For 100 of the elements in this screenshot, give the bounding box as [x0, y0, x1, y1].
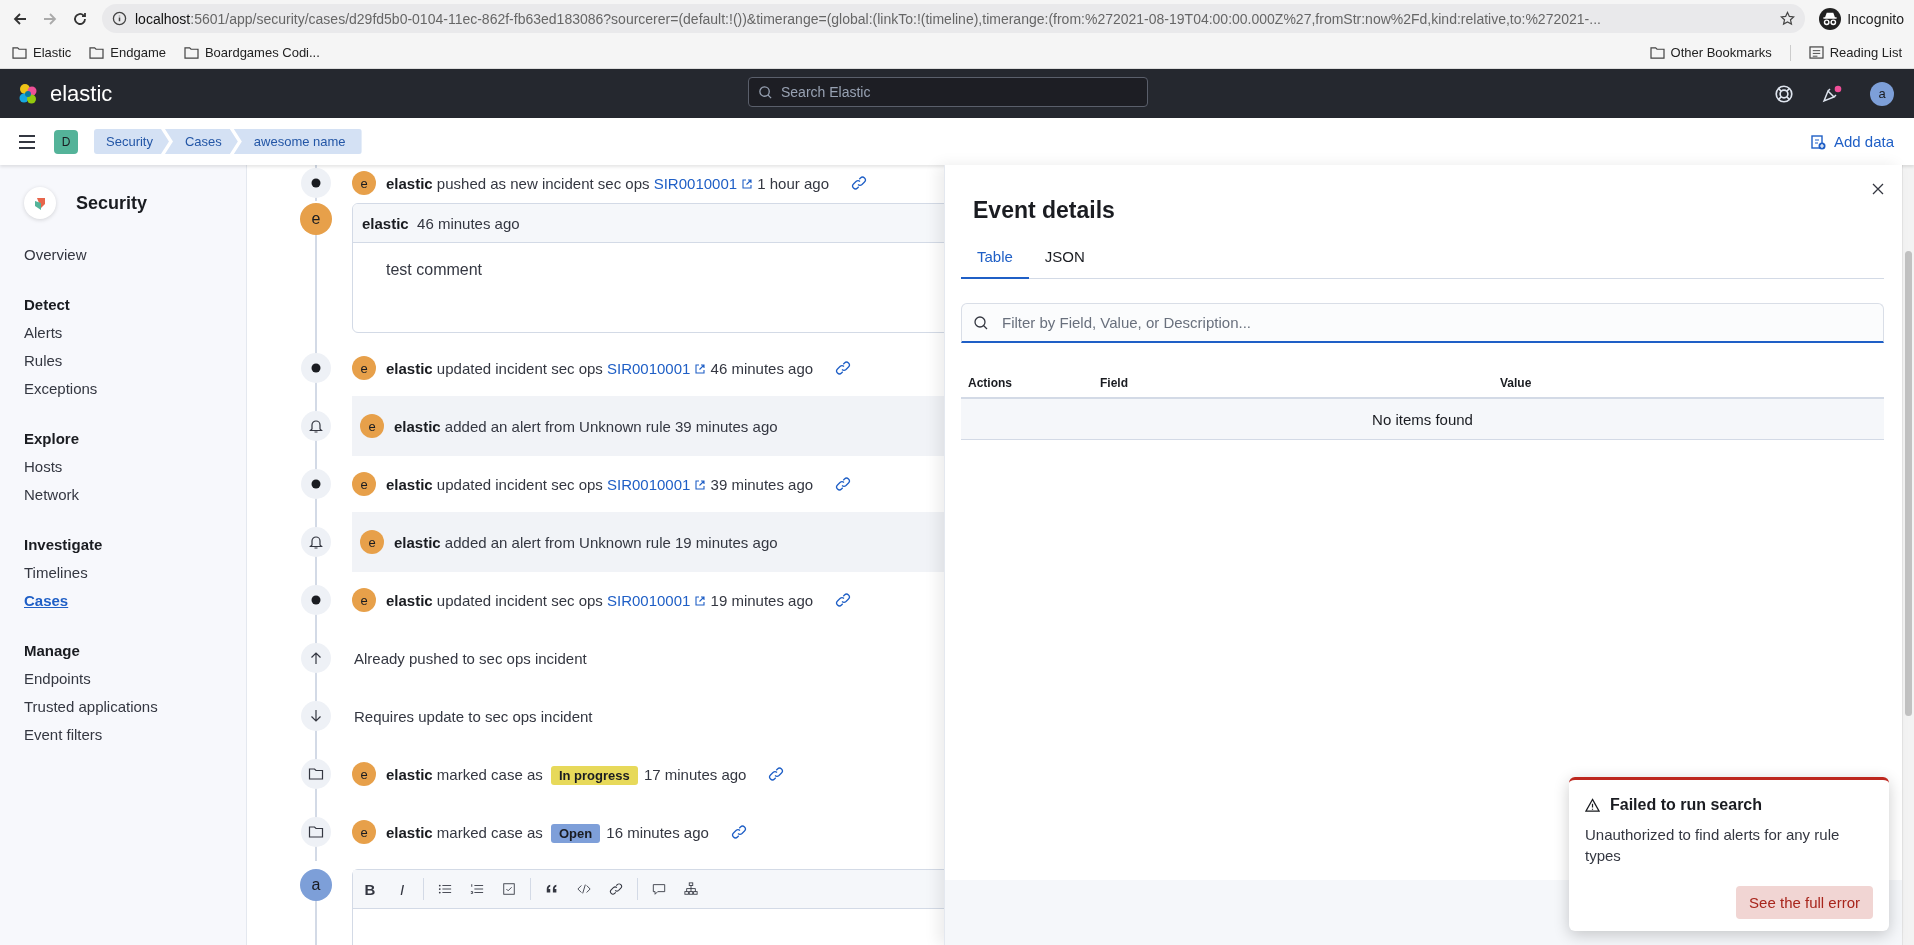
- link-icon[interactable]: [768, 766, 785, 782]
- toast-message: Unauthorized to find alerts for any rule types: [1585, 825, 1841, 866]
- filter-field[interactable]: Filter by Field, Value, or Description...: [961, 303, 1884, 343]
- nav-heading: Explore: [24, 429, 80, 449]
- toast-title: Failed to run search: [1610, 796, 1763, 814]
- activity-text: elastic marked case as Open 16 minutes ago: [386, 823, 709, 841]
- hierarchy-icon[interactable]: [684, 882, 698, 896]
- column-header: Field: [1100, 376, 1129, 390]
- folder-icon: [89, 46, 105, 59]
- bookmark-folder[interactable]: Endgame: [89, 45, 166, 60]
- incognito-icon: [1819, 7, 1842, 30]
- user-avatar: e: [300, 203, 332, 235]
- incident-link[interactable]: SIR0010001: [607, 591, 707, 609]
- notice-text: Already pushed to sec ops incident: [353, 649, 587, 667]
- arrow-down-icon: [308, 708, 324, 724]
- user-avatar: e: [352, 820, 376, 844]
- nav-item[interactable]: Hosts: [24, 453, 63, 481]
- dot-icon: [311, 595, 321, 605]
- nav-item[interactable]: Event filters: [24, 721, 103, 749]
- activity-text: elastic added an alert from Unknown rule 19 minutes ago: [394, 533, 778, 551]
- help-icon[interactable]: [1774, 83, 1794, 104]
- activity-text: elastic added an alert from Unknown rule 39 minutes ago: [394, 417, 778, 435]
- column-header: Value: [1500, 376, 1532, 390]
- site-info-icon: [112, 11, 127, 26]
- add-data-link[interactable]: Add data: [1809, 133, 1894, 150]
- user-avatar: e: [360, 530, 384, 554]
- status-badge: Open: [550, 823, 601, 843]
- link-icon[interactable]: [609, 882, 623, 896]
- brand-name[interactable]: elastic: [50, 80, 113, 107]
- link-icon[interactable]: [835, 360, 852, 376]
- star-icon[interactable]: [1780, 11, 1796, 26]
- italic-button[interactable]: I: [391, 877, 413, 901]
- folder-icon: [308, 766, 324, 782]
- user-avatar: e: [352, 171, 376, 195]
- bullet-list-icon[interactable]: [438, 882, 452, 896]
- checkbox-icon[interactable]: [502, 882, 516, 896]
- tab[interactable]: Table: [961, 238, 1029, 279]
- activity-text: elastic pushed as new incident sec ops SIR0010001 1 hour ago: [386, 174, 829, 192]
- code-icon[interactable]: [577, 882, 591, 896]
- link-icon[interactable]: [835, 476, 852, 492]
- incident-link[interactable]: SIR0010001: [607, 359, 707, 377]
- external-link-icon: [694, 478, 707, 491]
- tab[interactable]: JSON: [1028, 238, 1101, 279]
- bookmark-folder[interactable]: Elastic: [12, 45, 72, 60]
- breadcrumb[interactable]: Security: [94, 129, 169, 154]
- user-avatar[interactable]: a: [1870, 81, 1894, 106]
- security-logo-icon: [24, 187, 56, 219]
- folder-icon: [308, 824, 324, 840]
- nav-heading: Manage: [24, 641, 80, 661]
- comment-text: test comment: [386, 261, 483, 278]
- see-full-error-button[interactable]: See the full error: [1736, 886, 1873, 919]
- space-avatar[interactable]: D: [54, 129, 78, 154]
- folder-icon: [1649, 46, 1665, 59]
- search-field[interactable]: Search Elastic: [748, 77, 1148, 107]
- profile-label[interactable]: Incognito: [1847, 10, 1904, 27]
- reload-icon[interactable]: [72, 10, 88, 27]
- nav-item[interactable]: Timelines: [24, 559, 88, 587]
- incident-link[interactable]: SIR0010001: [653, 174, 754, 192]
- close-icon[interactable]: [1872, 183, 1884, 195]
- bookmark-folder[interactable]: Other Bookmarks: [1649, 45, 1772, 60]
- breadcrumb[interactable]: awesome name: [233, 129, 362, 154]
- comment-icon[interactable]: [652, 882, 666, 896]
- nav-item[interactable]: Alerts: [24, 319, 63, 347]
- nav-item[interactable]: Exceptions: [24, 375, 98, 403]
- user-avatar: e: [352, 356, 376, 380]
- reading-list[interactable]: Reading List: [1808, 45, 1902, 60]
- link-icon[interactable]: [835, 592, 852, 608]
- nav-item[interactable]: Cases: [24, 587, 69, 615]
- bold-button[interactable]: B: [359, 877, 381, 901]
- nav-item[interactable]: Network: [24, 481, 79, 509]
- reading-list-icon: [1808, 46, 1824, 59]
- link-icon[interactable]: [851, 175, 867, 191]
- newsfeed-icon[interactable]: [1822, 83, 1842, 104]
- numbered-list-icon[interactable]: [470, 882, 484, 896]
- dot-icon: [311, 178, 321, 188]
- user-avatar: e: [352, 588, 376, 612]
- scrollbar[interactable]: [1902, 165, 1914, 945]
- nav-item[interactable]: Endpoints: [24, 665, 91, 693]
- link-icon[interactable]: [730, 824, 747, 840]
- user-avatar: e: [352, 762, 376, 786]
- nav-item[interactable]: Overview: [24, 241, 87, 269]
- notice-text: Requires update to sec ops incident: [353, 707, 593, 725]
- back-icon[interactable]: [12, 10, 28, 27]
- external-link-icon: [741, 177, 754, 190]
- nav-heading: Detect: [24, 295, 70, 315]
- bookmark-folder[interactable]: Boardgames Codi...: [183, 45, 320, 60]
- external-link-icon: [694, 362, 707, 375]
- address-bar[interactable]: [102, 4, 1806, 33]
- dot-icon: [311, 363, 321, 373]
- menu-icon[interactable]: [18, 134, 36, 149]
- user-avatar: e: [360, 414, 384, 438]
- warning-icon: [1585, 797, 1600, 813]
- url-text: localhost:5601/app/security/cases/d29fd5b0-0104-11ec-862f-fb63ed183086?sourcerer=(default:!())&timerange=(global:(linkTo:!(timeline),timerange:(from:%272021-08-19T04:00:00.000Z%27,fromStr:now%2Fd,kind:relative,to:%272021-...: [135, 10, 1602, 27]
- incident-link[interactable]: SIR0010001: [607, 475, 707, 493]
- nav-item[interactable]: Trusted applications: [24, 693, 158, 721]
- add-data-icon: [1809, 133, 1826, 150]
- nav-item[interactable]: Rules: [24, 347, 63, 375]
- empty-message: No items found: [1372, 410, 1473, 428]
- quote-icon[interactable]: [545, 882, 559, 896]
- breadcrumb[interactable]: Cases: [164, 129, 238, 154]
